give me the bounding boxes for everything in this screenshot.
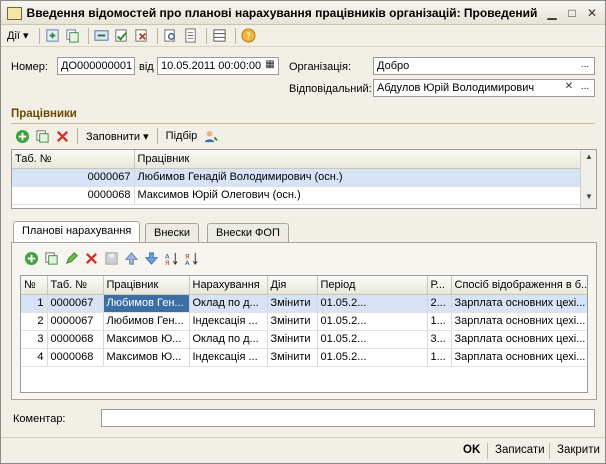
column-header-tab-no[interactable]: Таб. № [12, 150, 135, 169]
post-icon[interactable] [113, 27, 131, 45]
employees-toolbar: Заповнити ▾ Підбір [13, 127, 221, 145]
number-label: Номер: [11, 61, 48, 73]
toolbar: Дії ▾ ? [1, 25, 605, 47]
move-down-icon[interactable] [142, 249, 160, 267]
responsible-label: Відповідальний: [289, 83, 372, 95]
add-row-icon[interactable] [13, 127, 31, 145]
employees-grid[interactable]: Таб. № Працівник 0000067 Любимов Генадій… [11, 149, 597, 209]
select-button[interactable]: Підбір [166, 130, 198, 142]
copy-row-icon[interactable] [33, 127, 51, 145]
fill-menu-button[interactable]: Заповнити ▾ [86, 130, 149, 143]
column-header-method[interactable]: Спосіб відображення в б... [451, 276, 587, 295]
employees-section-title: Працівники [11, 108, 77, 120]
footer-bar: OK Записати Закрити [1, 437, 605, 463]
comment-field[interactable] [101, 409, 595, 427]
date-label: від [139, 61, 154, 73]
select-ellipsis-icon[interactable]: ... [578, 58, 592, 74]
tab-contributions[interactable]: Внески [145, 223, 199, 243]
structure-icon[interactable] [211, 27, 229, 45]
column-header-r[interactable]: Р... [427, 276, 452, 295]
move-up-icon[interactable] [122, 249, 140, 267]
comment-label: Коментар: [13, 413, 66, 425]
document-icon [6, 6, 22, 20]
user-select-icon[interactable] [201, 127, 219, 145]
document-window: Введення відомостей про планові нарахува… [0, 0, 606, 464]
table-row[interactable]: 2 0000067 Любимов Ген... Індексація ... … [21, 312, 587, 331]
close-icon[interactable]: ✕ [583, 5, 601, 21]
preview-icon[interactable] [162, 27, 180, 45]
number-field[interactable]: ДО000000001 [57, 57, 135, 75]
scroll-up-icon[interactable]: ▲ [581, 152, 596, 166]
svg-text:A: A [184, 259, 189, 266]
tab-contributions-fop[interactable]: Внески ФОП [207, 223, 289, 243]
table-row[interactable]: 0000068 Максимов Юрій Олегович (осн.) [12, 186, 583, 205]
table-row[interactable]: 0000067 Любимов Генадій Володимирович (о… [12, 168, 583, 187]
help-icon[interactable]: ? [240, 27, 258, 45]
add-icon[interactable] [44, 27, 62, 45]
print-icon[interactable] [182, 27, 200, 45]
selected-cell[interactable]: Любимов Ген... [103, 294, 190, 313]
maximize-icon[interactable]: □ [563, 5, 581, 21]
delete-row-icon[interactable] [53, 127, 71, 145]
column-header-number[interactable]: № [21, 276, 48, 295]
sort-descending-icon[interactable]: ЯA [182, 249, 200, 267]
employees-scrollbar[interactable]: ▲ ▼ [580, 150, 596, 208]
responsible-field[interactable]: Абдулов Юрій Володимирович ✕ ... [373, 79, 595, 97]
svg-text:?: ? [246, 31, 251, 42]
accruals-grid[interactable]: № Таб. № Працівник Нарахування Дія Періо… [20, 275, 588, 393]
column-header-employee[interactable]: Працівник [134, 150, 583, 169]
window-title: Введення відомостей про планові нарахува… [26, 5, 538, 20]
column-header-employee[interactable]: Працівник [103, 276, 190, 295]
column-header-action[interactable]: Дія [267, 276, 318, 295]
organization-label: Організація: [289, 61, 351, 73]
edit-row-icon[interactable] [62, 249, 80, 267]
close-button[interactable]: Закрити [557, 444, 600, 456]
clear-icon[interactable]: ✕ [562, 80, 576, 96]
table-row[interactable]: 1 0000067 Любимов Ген... Оклад по д... З… [21, 294, 587, 313]
refresh-icon[interactable] [93, 27, 111, 45]
actions-menu[interactable]: Дії ▾ [7, 29, 29, 42]
organization-field[interactable]: Добро ... [373, 57, 595, 75]
unpost-icon[interactable] [133, 27, 151, 45]
column-header-tab-no[interactable]: Таб. № [47, 276, 104, 295]
add-row-icon[interactable] [22, 249, 40, 267]
delete-row-icon[interactable] [82, 249, 100, 267]
tab-planned-accruals[interactable]: Планові нарахування [13, 221, 141, 243]
sort-ascending-icon[interactable]: AЯ [162, 249, 180, 267]
title-bar[interactable]: Введення відомостей про планові нарахува… [1, 1, 605, 25]
ok-button[interactable]: OK [463, 444, 480, 456]
table-row[interactable]: 4 0000068 Максимов Ю... Індексація ... З… [21, 348, 587, 367]
copy-icon[interactable] [64, 27, 82, 45]
save-disabled-icon [102, 249, 120, 267]
calendar-icon[interactable]: ▦ [263, 58, 277, 74]
column-header-accrual[interactable]: Нарахування [189, 276, 268, 295]
scroll-down-icon[interactable]: ▼ [581, 192, 596, 206]
select-ellipsis-icon[interactable]: ... [578, 80, 592, 96]
save-button[interactable]: Записати [495, 444, 545, 456]
minimize-icon[interactable]: ▁ [543, 5, 561, 21]
table-row[interactable]: 3 0000068 Максимов Ю... Оклад по д... Зм… [21, 330, 587, 349]
copy-row-icon[interactable] [42, 249, 60, 267]
column-header-period[interactable]: Період [317, 276, 428, 295]
accruals-toolbar: AЯ ЯA [22, 249, 202, 267]
date-field[interactable]: 10.05.2011 00:00:00 ▦ [157, 57, 279, 75]
svg-text:Я: Я [164, 259, 169, 266]
tab-panel: AЯ ЯA № Таб. № Працівник Нарахування Дія… [11, 242, 597, 400]
